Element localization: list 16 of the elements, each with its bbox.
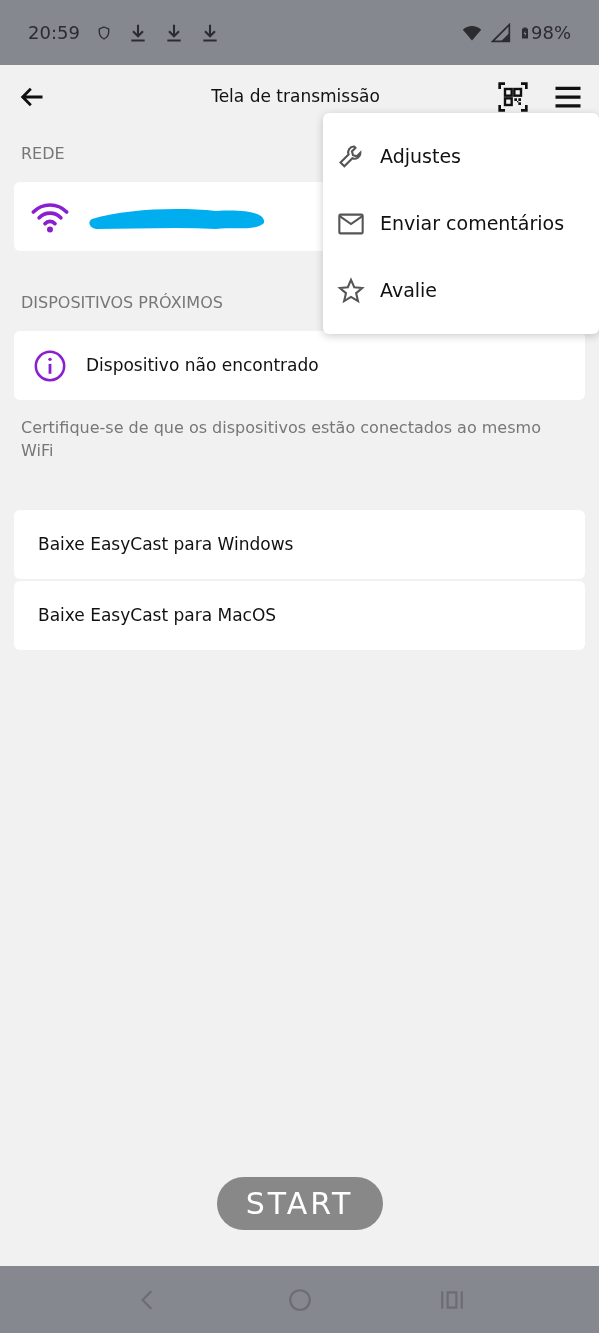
qr-code-icon[interactable] — [497, 80, 529, 113]
status-message: Dispositivo não encontrado — [86, 353, 319, 377]
download-link[interactable]: Baixe EasyCast para Windows — [14, 510, 585, 580]
battery-text: 98% — [531, 21, 571, 45]
section-heading: REDE — [21, 144, 65, 163]
menu-item[interactable]: Avalie — [323, 257, 599, 324]
hint-text: Certifique-se de que os dispositivos estão conectados ao mesmo WiFi — [20, 417, 542, 463]
signal-icon — [491, 22, 511, 43]
menu-item[interactable]: Adjustes — [323, 123, 599, 190]
menu-item[interactable]: Enviar comentários — [323, 190, 599, 257]
clock-text: 20:59 — [28, 21, 80, 45]
start-button[interactable]: START — [216, 1177, 383, 1230]
star-icon — [337, 276, 365, 305]
download-link[interactable]: Baixe EasyCast para MacOS — [14, 581, 585, 651]
section-heading: DISPOSITIVOS PRÓXIMOS — [21, 293, 223, 312]
screen-title: Tela de transmissão — [210, 84, 381, 108]
